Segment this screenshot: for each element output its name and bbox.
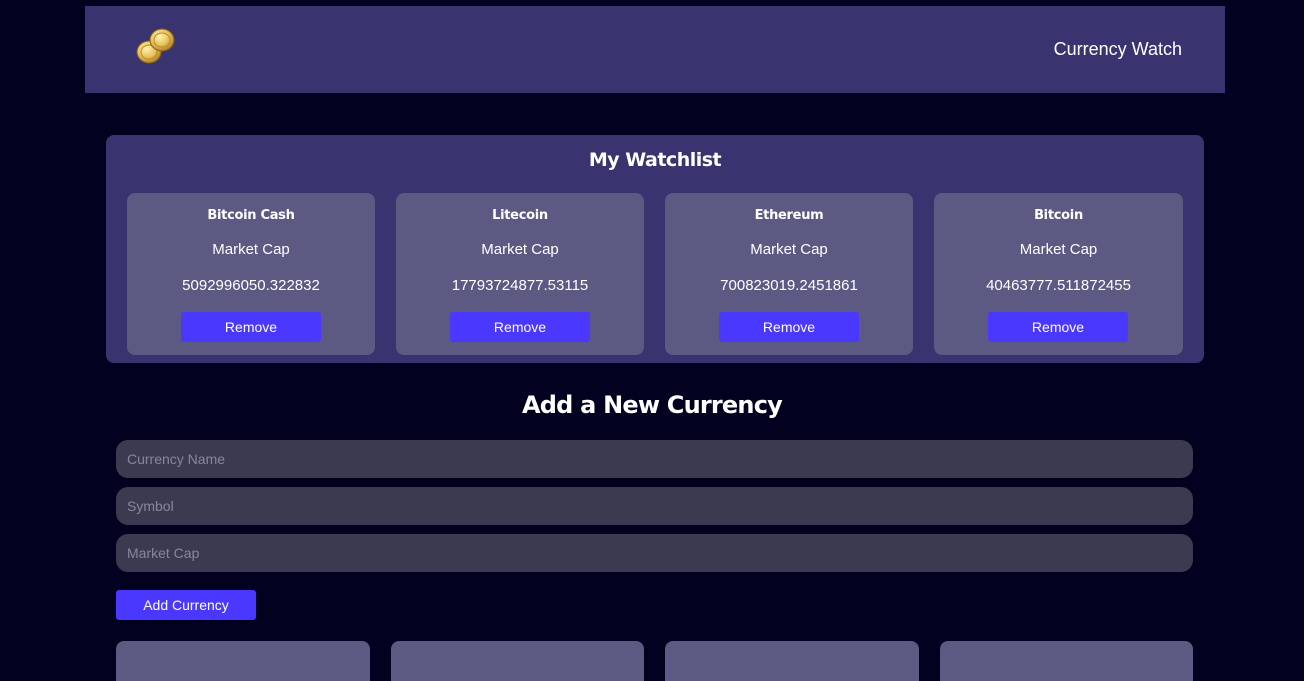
- market-cap-label: Market Cap: [212, 241, 290, 258]
- app-title: Currency Watch: [1053, 39, 1182, 59]
- add-currency-button[interactable]: Add Currency: [116, 590, 256, 620]
- app-header: Currency Watch: [85, 6, 1225, 93]
- currency-name: Bitcoin: [1034, 208, 1083, 223]
- remove-button[interactable]: Remove: [450, 312, 590, 342]
- market-cap-value: 700823019.2451861: [720, 277, 858, 294]
- market-cap-input[interactable]: [116, 534, 1193, 572]
- currency-name-input[interactable]: [116, 440, 1193, 478]
- watchlist-panel: My Watchlist Bitcoin Cash Market Cap 509…: [106, 135, 1204, 363]
- market-cap-label: Market Cap: [1019, 241, 1098, 258]
- market-cap-value: 5092996050.322832: [182, 277, 320, 294]
- market-cap-value: 40463777.511872455: [986, 277, 1131, 294]
- currency-card: Ethereum Market Cap 700823019.2451861 Re…: [665, 193, 913, 355]
- remove-button[interactable]: Remove: [988, 312, 1128, 342]
- market-cap-label: Market Cap: [750, 241, 828, 258]
- symbol-input[interactable]: [116, 487, 1193, 525]
- currency-name: Litecoin: [492, 208, 548, 223]
- currency-name: Ethereum: [754, 208, 824, 223]
- market-cap-value: 17793724877.53115: [451, 277, 589, 294]
- currency-card: [665, 641, 919, 681]
- remove-button[interactable]: Remove: [719, 312, 859, 342]
- currency-card: Bitcoin Cash Market Cap 5092996050.32283…: [127, 193, 375, 355]
- remove-button[interactable]: Remove: [181, 312, 321, 342]
- currency-card: [116, 641, 370, 681]
- watchlist-title: My Watchlist: [588, 149, 722, 171]
- currency-card: [391, 641, 644, 681]
- currency-card: [940, 641, 1193, 681]
- currency-card: Litecoin Market Cap 17793724877.53115 Re…: [396, 193, 644, 355]
- coins-icon[interactable]: [135, 26, 177, 66]
- add-currency-title: Add a New Currency: [522, 391, 783, 419]
- currency-name: Bitcoin Cash: [207, 208, 295, 223]
- currency-card: Bitcoin Market Cap 40463777.511872455 Re…: [934, 193, 1183, 355]
- market-cap-label: Market Cap: [481, 241, 559, 258]
